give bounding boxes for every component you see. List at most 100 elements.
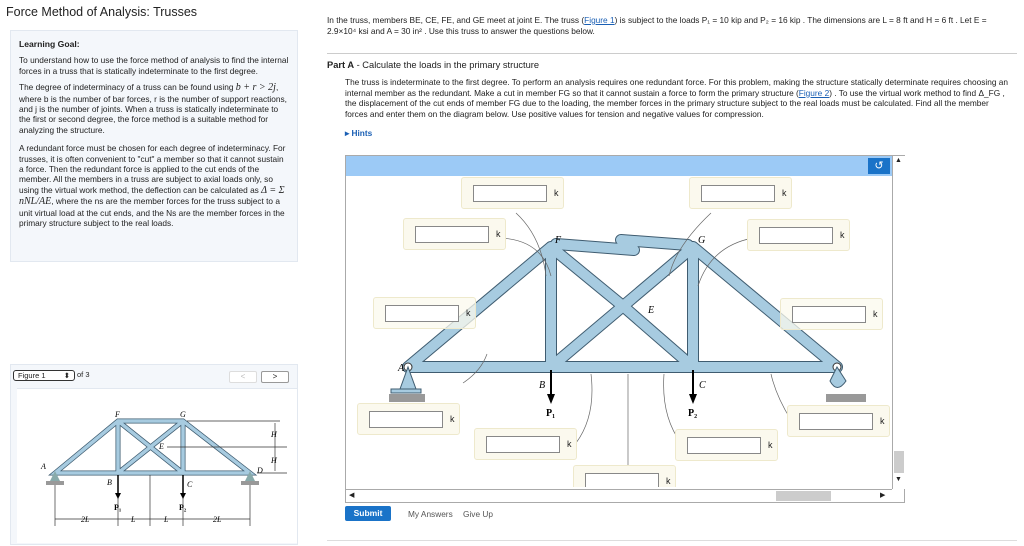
force-input[interactable]: [792, 306, 866, 323]
vertical-scrollbar[interactable]: ▲ ▼: [892, 156, 905, 489]
force-input[interactable]: [585, 473, 659, 487]
node-b: B: [539, 380, 545, 391]
goal-p1: To understand how to use the force metho…: [19, 55, 289, 76]
force-input[interactable]: [701, 185, 775, 202]
part-a-description: The truss is indeterminate to the first …: [345, 77, 1010, 119]
learning-goal-panel: Learning Goal: To understand how to use …: [10, 30, 298, 262]
scroll-down-icon[interactable]: ▼: [895, 476, 902, 483]
unit-label: k: [768, 440, 773, 450]
page-title: Force Method of Analysis: Trusses: [6, 5, 198, 19]
force-label-gd: k: [780, 298, 883, 330]
force-label-af: k: [373, 297, 476, 329]
reset-icon[interactable]: ↺: [868, 158, 890, 174]
unit-label: k: [880, 416, 885, 426]
prev-figure-button[interactable]: <: [229, 371, 257, 383]
text: , where the ns are the member forces for…: [19, 196, 285, 229]
force-input[interactable]: [486, 436, 560, 453]
text: In the truss, members BE, CE, FE, and GE…: [327, 15, 585, 25]
goal-heading: Learning Goal:: [19, 39, 80, 49]
unit-label: k: [496, 229, 501, 239]
give-up-link[interactable]: Give Up: [463, 509, 493, 519]
fig-label-p2: P₂: [179, 503, 187, 512]
force-label-be: k: [474, 428, 577, 460]
text: A redundant force must be chosen for eac…: [19, 143, 286, 195]
load-p1: P₁: [546, 408, 555, 419]
problem-intro: In the truss, members BE, CE, FE, and GE…: [327, 15, 1017, 36]
node-g: G: [698, 235, 705, 246]
force-input[interactable]: [799, 413, 873, 430]
fig-dim-l-left: L: [130, 515, 136, 524]
goal-p2: The degree of indeterminacy of a truss c…: [19, 82, 289, 135]
fig-label-f: F: [114, 410, 120, 419]
node-c: C: [699, 380, 706, 391]
figure-image: A B C D E F G H H P₁ P₂ 2L L L 2L: [17, 388, 297, 543]
fig-label-b: B: [107, 478, 112, 487]
fig-label-h2: H: [270, 456, 278, 465]
figure-1-link[interactable]: Figure 1: [584, 15, 614, 25]
unit-label: k: [666, 476, 671, 486]
fig-dim-l-right: L: [163, 515, 169, 524]
force-input[interactable]: [415, 226, 489, 243]
part-title: - Calculate the loads in the primary str…: [354, 60, 540, 70]
fig-label-h1: H: [270, 430, 278, 439]
fig-label-p1: P₁: [114, 503, 122, 512]
scroll-right-icon[interactable]: ▶: [880, 491, 885, 499]
force-input[interactable]: [759, 227, 833, 244]
updown-icon: ⬍: [63, 371, 70, 380]
diagram-canvas: A B C E F G P₁ P₂ k k k k k k k k k k k: [351, 176, 892, 487]
node-e: E: [647, 305, 654, 316]
load-p2: P₂: [688, 408, 697, 419]
hints-toggle[interactable]: ▸ Hints: [345, 128, 372, 138]
force-label-ge: k: [689, 177, 792, 209]
fig-label-g: G: [180, 410, 186, 419]
horizontal-scrollbar[interactable]: ◀ ▶: [346, 489, 892, 502]
force-label-ab: k: [357, 403, 460, 435]
divider: [327, 540, 1017, 541]
fig-dim-2l-left: 2L: [81, 515, 90, 524]
force-input[interactable]: [385, 305, 459, 322]
figure-2-link[interactable]: Figure 2: [799, 88, 829, 98]
unit-label: k: [840, 230, 845, 240]
force-label-cd: k: [787, 405, 890, 437]
figure-select[interactable]: Figure 1 ⬍: [13, 370, 75, 381]
unit-label: k: [450, 414, 455, 424]
my-answers-link[interactable]: My Answers: [408, 509, 453, 519]
force-label-bc: k: [573, 465, 676, 487]
scroll-thumb[interactable]: [776, 491, 831, 501]
figure-count: of 3: [77, 370, 90, 379]
force-label-ce: k: [675, 429, 778, 461]
unit-label: k: [782, 188, 787, 198]
scroll-thumb[interactable]: [894, 451, 904, 473]
unit-label: k: [567, 439, 572, 449]
truss-diagram-widget: ↺ A B C E F G P₁ P₂ k k k k k k k k k k …: [345, 155, 905, 503]
figure-panel: Figure 1 ⬍ of 3 < > A B C D E F G H H P₁ …: [10, 364, 298, 545]
force-input[interactable]: [369, 411, 443, 428]
fig-label-d: D: [256, 466, 263, 475]
next-figure-button[interactable]: >: [261, 371, 289, 383]
unit-label: k: [466, 308, 471, 318]
equation: b + r > 2j: [235, 82, 276, 94]
submit-button[interactable]: Submit: [345, 506, 391, 521]
node-f: F: [554, 235, 562, 246]
widget-toolbar: ↺: [346, 156, 892, 176]
force-input[interactable]: [473, 185, 547, 202]
part-a-heading: Part A - Calculate the loads in the prim…: [327, 60, 539, 70]
force-label-fb: k: [403, 218, 506, 250]
scroll-left-icon[interactable]: ◀: [349, 491, 354, 499]
force-label-fe: k: [461, 177, 564, 209]
fig-label-c: C: [187, 480, 193, 489]
divider: [327, 53, 1017, 54]
fig-label-e: E: [158, 442, 164, 451]
figure-select-value: Figure 1: [18, 371, 46, 380]
part-label: Part A: [327, 60, 355, 70]
force-label-gc: k: [747, 219, 850, 251]
unit-label: k: [554, 188, 559, 198]
force-input[interactable]: [687, 437, 761, 454]
text: The degree of indeterminacy of a truss c…: [19, 82, 234, 93]
scroll-up-icon[interactable]: ▲: [895, 157, 902, 164]
fig-label-a: A: [40, 462, 46, 471]
fig-dim-2l-right: 2L: [213, 515, 222, 524]
goal-p3: A redundant force must be chosen for eac…: [19, 143, 289, 228]
unit-label: k: [873, 309, 878, 319]
node-a: A: [397, 363, 405, 374]
